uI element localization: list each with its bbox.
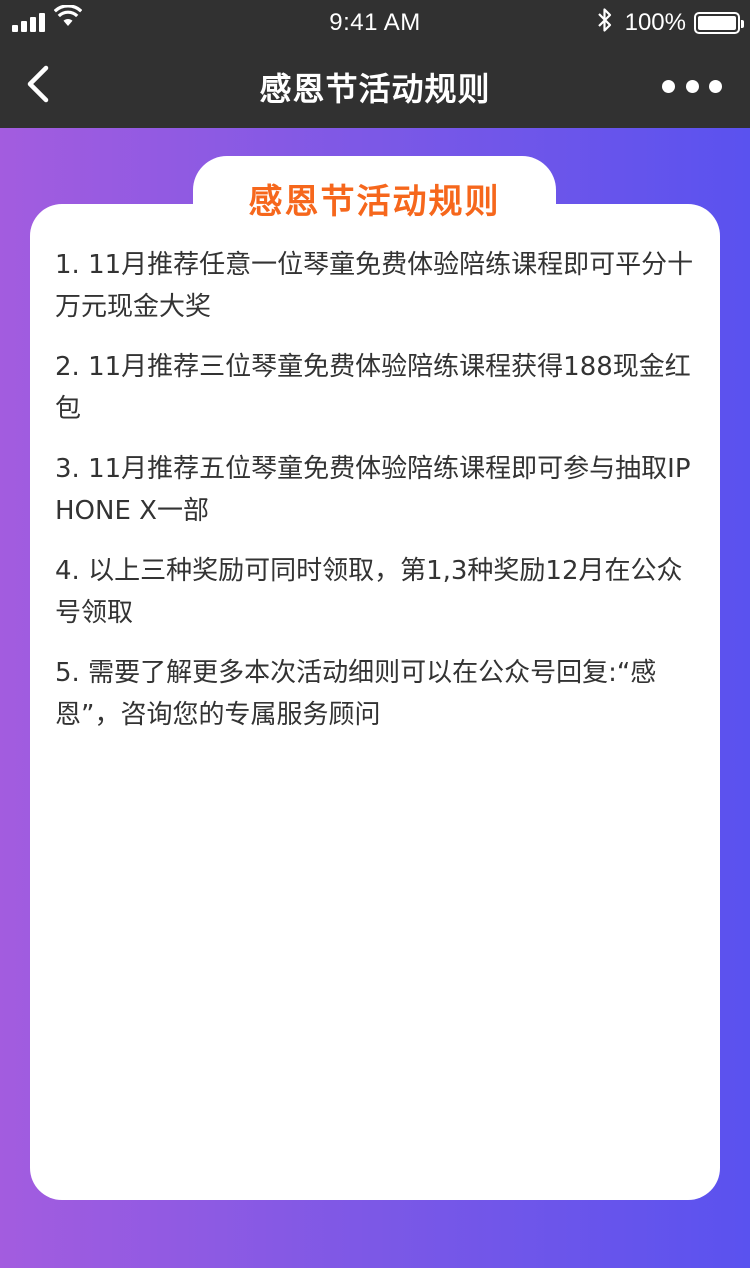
rule-item: 4. 以上三种奖励可同时领取，第1,3种奖励12月在公众号领取 (55, 556, 683, 628)
battery-icon (694, 11, 744, 34)
rule-item: 2. 11月推荐三位琴童免费体验陪练课程获得188现金红包 (55, 352, 691, 424)
back-button[interactable] (22, 62, 62, 110)
rule-item: 3. 11月推荐五位琴童免费体验陪练课程即可参与抽取IPHONE X一部 (55, 454, 691, 526)
rule-item: 1. 11月推荐任意一位琴童免费体验陪练课程即可平分十万元现金大奖 (55, 250, 694, 322)
card-heading: 感恩节活动规则 (248, 182, 501, 222)
status-right: 100% (597, 7, 744, 38)
rules-list: 1. 11月推荐任意一位琴童免费体验陪练课程即可平分十万元现金大奖 2. 11月… (55, 244, 705, 754)
nav-bar: 感恩节活动规则 (0, 44, 750, 128)
more-dots-icon (662, 79, 675, 93)
chevron-left-icon (27, 65, 49, 103)
rule-item: 5. 需要了解更多本次活动细则可以在公众号回复:“感恩”，咨询您的专属服务顾问 (55, 658, 657, 730)
bluetooth-icon (597, 7, 613, 38)
battery-percent: 100% (624, 8, 686, 36)
page-title: 感恩节活动规则 (259, 70, 491, 108)
status-bar: 9:41 AM 100% (0, 0, 750, 44)
more-button[interactable] (662, 72, 722, 100)
